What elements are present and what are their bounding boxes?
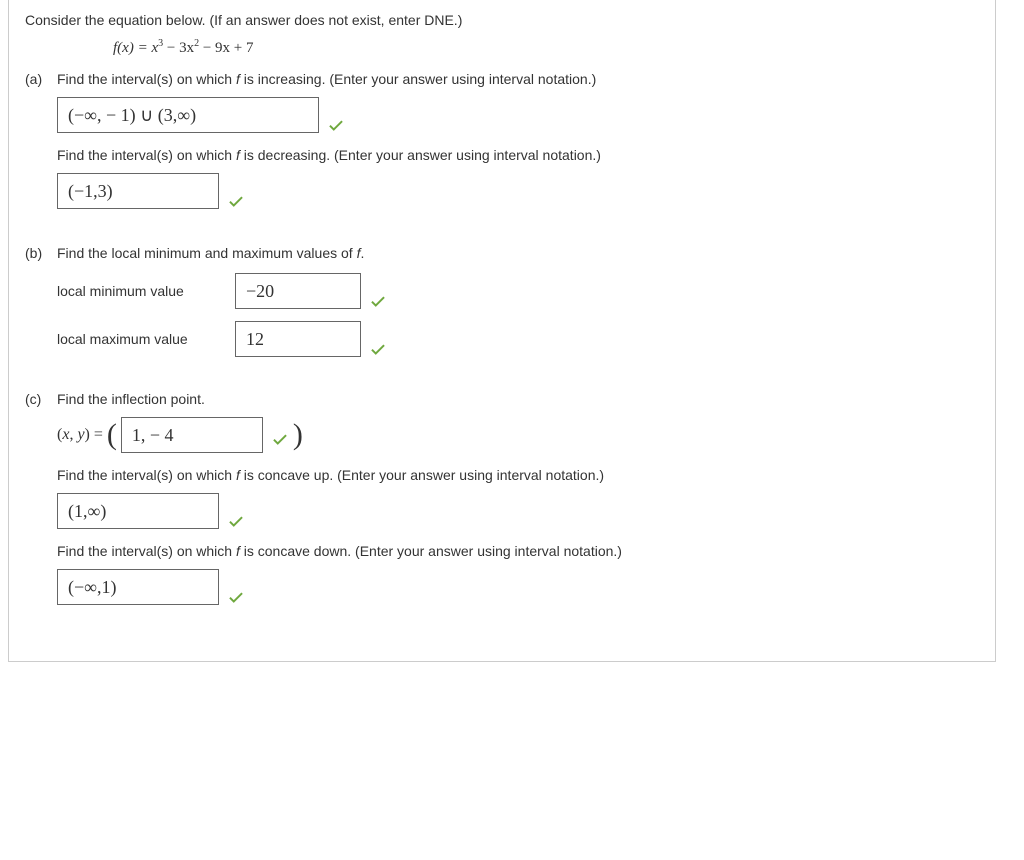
part-a-label: (a)	[25, 71, 57, 87]
inflection-input[interactable]: 1, − 4	[121, 417, 263, 453]
intro-text: Consider the equation below. (If an answ…	[25, 12, 979, 28]
part-a-prompt-decreasing: Find the interval(s) on which f is decre…	[57, 147, 979, 163]
part-b-prompt: Find the local minimum and maximum value…	[57, 245, 979, 261]
answer-concave-down-input[interactable]: (−∞,1)	[57, 569, 219, 605]
answer-decreasing-input[interactable]: (−1,3)	[57, 173, 219, 209]
local-max-label: local maximum value	[57, 331, 217, 347]
equation: f(x) = x3 − 3x2 − 9x + 7	[113, 38, 979, 57]
part-a-prompt-increasing: Find the interval(s) on which f is incre…	[57, 71, 979, 87]
part-c: (c) Find the inflection point. (x, y) = …	[25, 391, 979, 619]
check-icon	[369, 292, 387, 313]
part-a: (a) Find the interval(s) on which f is i…	[25, 71, 979, 223]
check-icon	[327, 116, 345, 137]
part-c-prompt-down: Find the interval(s) on which f is conca…	[57, 543, 979, 559]
inflection-line: (x, y) = ( 1, − 4 )	[57, 417, 979, 453]
check-icon	[271, 430, 289, 453]
part-c-prompt-up: Find the interval(s) on which f is conca…	[57, 467, 979, 483]
local-min-label: local minimum value	[57, 283, 217, 299]
part-c-label: (c)	[25, 391, 57, 407]
local-min-input[interactable]: −20	[235, 273, 361, 309]
local-max-input[interactable]: 12	[235, 321, 361, 357]
open-paren-icon: (	[107, 420, 117, 450]
xy-label: (x, y) =	[57, 426, 103, 444]
part-c-prompt: Find the inflection point.	[57, 391, 979, 407]
part-b: (b) Find the local minimum and maximum v…	[25, 245, 979, 369]
close-paren-icon: )	[293, 420, 303, 450]
question-container: Consider the equation below. (If an answ…	[8, 0, 996, 662]
check-icon	[227, 512, 245, 533]
check-icon	[369, 340, 387, 361]
check-icon	[227, 588, 245, 609]
check-icon	[227, 192, 245, 213]
part-b-label: (b)	[25, 245, 57, 261]
answer-increasing-input[interactable]: (−∞, − 1) ∪ (3,∞)	[57, 97, 319, 133]
answer-concave-up-input[interactable]: (1,∞)	[57, 493, 219, 529]
